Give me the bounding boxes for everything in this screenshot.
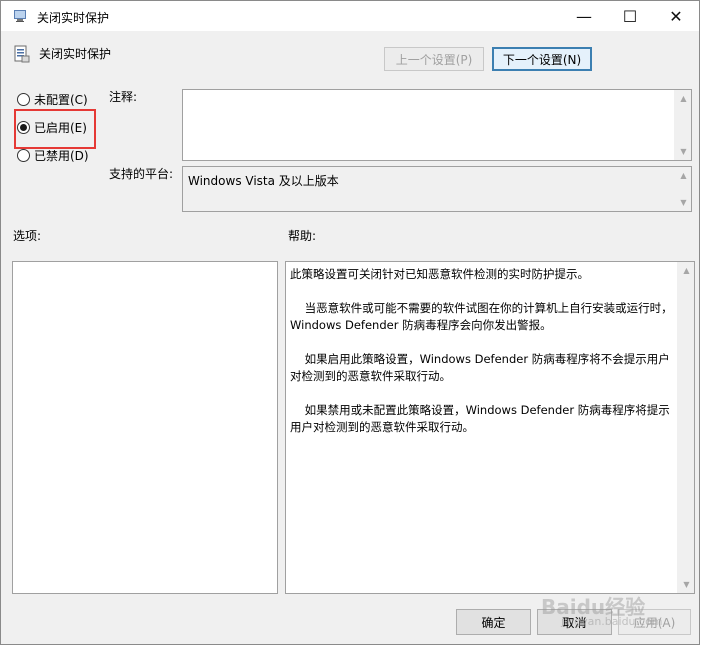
comment-textarea[interactable]: ▲ ▼: [182, 89, 692, 161]
platform-scrollbar[interactable]: ▲ ▼: [674, 167, 691, 211]
previous-setting-button[interactable]: 上一个设置(P): [384, 47, 484, 71]
scroll-up-icon[interactable]: ▲: [675, 90, 692, 107]
help-paragraph: 如果禁用或未配置此策略设置，Windows Defender 防病毒程序将提示用…: [290, 403, 670, 434]
next-setting-button[interactable]: 下一个设置(N): [492, 47, 592, 71]
maximize-icon: ☐: [622, 6, 638, 26]
scroll-down-icon[interactable]: ▼: [678, 576, 695, 593]
scroll-down-icon[interactable]: ▼: [675, 194, 692, 211]
comment-scrollbar[interactable]: ▲ ▼: [674, 90, 691, 160]
platform-label: 支持的平台:: [109, 167, 174, 181]
title-bar[interactable]: 关闭实时保护 — ☐ ✕: [1, 1, 699, 31]
help-paragraph: 如果启用此策略设置，Windows Defender 防病毒程序将不会提示用户对…: [290, 352, 670, 383]
radio-label: 未配置(C): [34, 92, 88, 107]
close-button[interactable]: ✕: [653, 1, 699, 31]
policy-dialog: 关闭实时保护 — ☐ ✕ 关闭实时保护 上一个设置(P) 下一个设置(N) 未配…: [0, 0, 700, 645]
background-window: [701, 0, 708, 652]
policy-setting-icon: [13, 45, 31, 63]
scroll-up-icon[interactable]: ▲: [675, 167, 692, 184]
setting-title: 关闭实时保护: [39, 47, 112, 61]
help-paragraph: 此策略设置可关闭针对已知恶意软件检测的实时防护提示。: [290, 267, 589, 281]
minimize-icon: —: [576, 6, 592, 26]
platform-value: Windows Vista 及以上版本: [188, 174, 339, 188]
ok-button[interactable]: 确定: [456, 609, 531, 635]
radio-button[interactable]: [17, 148, 30, 162]
scroll-up-icon[interactable]: ▲: [678, 262, 695, 279]
help-paragraph: 当恶意软件或可能不需要的软件试图在你的计算机上自行安装或运行时，Windows …: [290, 301, 673, 332]
comment-label: 注释:: [109, 90, 138, 104]
annotation-highlight-box: [14, 109, 96, 149]
watermark-url: jingyan.baidu.com: [561, 615, 663, 628]
policy-icon: [13, 8, 29, 24]
help-panel: 此策略设置可关闭针对已知恶意软件检测的实时防护提示。 当恶意软件或可能不需要的软…: [285, 261, 695, 594]
help-scrollbar[interactable]: ▲ ▼: [677, 262, 694, 593]
maximize-button[interactable]: ☐: [607, 1, 653, 31]
platform-field: Windows Vista 及以上版本 ▲ ▼: [182, 166, 692, 212]
options-label: 选项:: [13, 229, 42, 243]
radio-label: 已禁用(D): [34, 148, 89, 163]
window-title: 关闭实时保护: [37, 11, 110, 25]
radio-button[interactable]: [17, 92, 30, 106]
options-panel: [12, 261, 278, 594]
help-label: 帮助:: [288, 229, 317, 243]
help-text: 此策略设置可关闭针对已知恶意软件检测的实时防护提示。 当恶意软件或可能不需要的软…: [290, 266, 675, 453]
radio-not-configured[interactable]: 未配置(C): [17, 89, 88, 109]
close-icon: ✕: [669, 6, 683, 26]
scroll-down-icon[interactable]: ▼: [675, 143, 692, 160]
minimize-button[interactable]: —: [561, 1, 607, 31]
